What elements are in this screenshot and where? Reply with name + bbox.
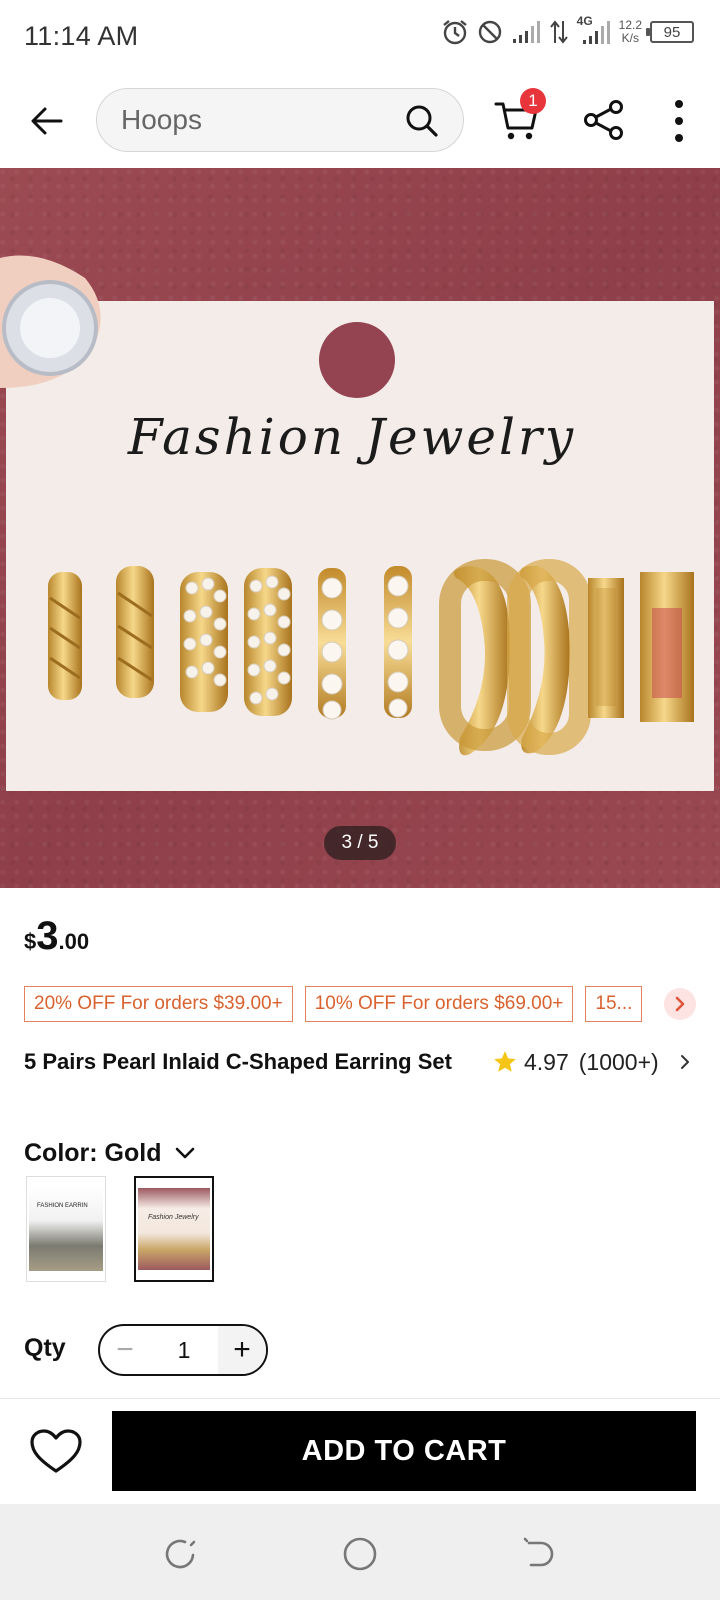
share-icon: [584, 100, 623, 140]
swatch-silver[interactable]: FASHION EARRIN: [26, 1176, 106, 1282]
status-icons: 4G 12.2 K/s 95: [441, 14, 694, 46]
more-options-button[interactable]: [664, 96, 694, 146]
product-photo: [0, 255, 714, 791]
chevron-right-icon: [675, 996, 685, 1012]
more-vertical-icon-dot: [675, 100, 683, 108]
price: $ 3 .00: [24, 914, 89, 959]
home-circle-icon: [343, 1537, 377, 1571]
coupon-chip[interactable]: 10% OFF For orders $69.00+: [304, 986, 574, 1022]
color-swatches: FASHION EARRIN Fashion Jewelry: [26, 1176, 214, 1282]
color-label: Color: Gold: [24, 1138, 162, 1167]
search-input[interactable]: [121, 89, 401, 151]
share-button[interactable]: [582, 98, 628, 144]
product-image-carousel[interactable]: Fashion Jewelry: [0, 168, 720, 888]
image-counter: 3 / 5: [324, 826, 396, 860]
battery-level: 95: [663, 23, 681, 41]
coupon-chip[interactable]: 15...: [585, 986, 643, 1022]
qty-decrease-button[interactable]: −: [100, 1326, 150, 1374]
heart-icon: [30, 1429, 82, 1473]
recents-icon: [165, 1539, 196, 1569]
recents-button[interactable]: [160, 1534, 200, 1574]
coupon-chip[interactable]: 20% OFF For orders $39.00+: [24, 986, 293, 1022]
card-brand-text: Fashion Jewelry: [127, 408, 577, 466]
back-button[interactable]: [24, 98, 70, 144]
coupon-strip: 20% OFF For orders $39.00+ 10% OFF For o…: [24, 986, 704, 1022]
chevron-right-icon: [680, 1055, 689, 1069]
status-time: 11:14 AM: [24, 20, 139, 51]
system-nav-bar: [0, 1504, 720, 1600]
back-nav-button[interactable]: [520, 1534, 560, 1574]
color-selector[interactable]: Color: Gold: [24, 1136, 195, 1170]
rating-count: (1000+): [578, 1048, 659, 1075]
qty-increase-button[interactable]: +: [218, 1326, 266, 1374]
more-vertical-icon-dot: [675, 117, 683, 125]
cart-count-badge: 1: [520, 88, 546, 114]
home-button[interactable]: [340, 1534, 380, 1574]
signal-icon: [512, 21, 540, 43]
chevron-down-icon: [176, 1147, 195, 1159]
data-arrows-icon: [549, 20, 568, 44]
search-bar[interactable]: [96, 88, 464, 152]
divider: [0, 1398, 720, 1399]
product-title: 5 Pairs Pearl Inlaid C-Shaped Earring Se…: [24, 1049, 452, 1074]
price-currency: $: [24, 929, 37, 954]
price-integer: 3: [36, 914, 59, 958]
net-speed-unit: K/s: [621, 31, 639, 45]
battery-icon: 95: [646, 21, 694, 43]
quantity-stepper: − 1 +: [98, 1324, 268, 1376]
top-app-bar: 1: [0, 80, 720, 164]
earring-square-hoop: [588, 572, 694, 722]
add-to-cart-button[interactable]: ADD TO CART: [112, 1411, 696, 1491]
qty-value[interactable]: 1: [150, 1326, 218, 1374]
signal-4g-icon: 4G: [577, 14, 611, 46]
rating-summary[interactable]: 4.97 (1000+): [492, 1046, 691, 1078]
swatch-image: FASHION EARRIN: [29, 1187, 103, 1271]
wishlist-button[interactable]: [28, 1424, 84, 1480]
swatch-caption: Fashion Jewelry: [148, 1214, 199, 1221]
more-vertical-icon-dot: [675, 134, 683, 142]
back-nav-icon: [523, 1537, 554, 1567]
price-decimal: .00: [58, 929, 90, 954]
coupons-more-button[interactable]: [664, 988, 696, 1020]
alarm-icon: [442, 20, 467, 45]
swatch-image: Fashion Jewelry: [138, 1188, 210, 1270]
qty-label: Qty: [24, 1334, 66, 1362]
cart-button[interactable]: 1: [494, 88, 546, 146]
star-icon: [494, 1051, 516, 1072]
net-speed: 12.2 K/s: [619, 19, 642, 45]
dnd-icon: [478, 20, 501, 44]
search-icon[interactable]: [405, 104, 439, 138]
rating-value: 4.97: [524, 1048, 569, 1075]
swatch-gold[interactable]: Fashion Jewelry: [134, 1176, 214, 1282]
back-arrow-icon: [31, 107, 63, 135]
status-bar: 11:14 AM 4G 12.2 K/s 95: [0, 0, 720, 72]
swatch-caption: FASHION EARRIN: [37, 1203, 88, 1209]
